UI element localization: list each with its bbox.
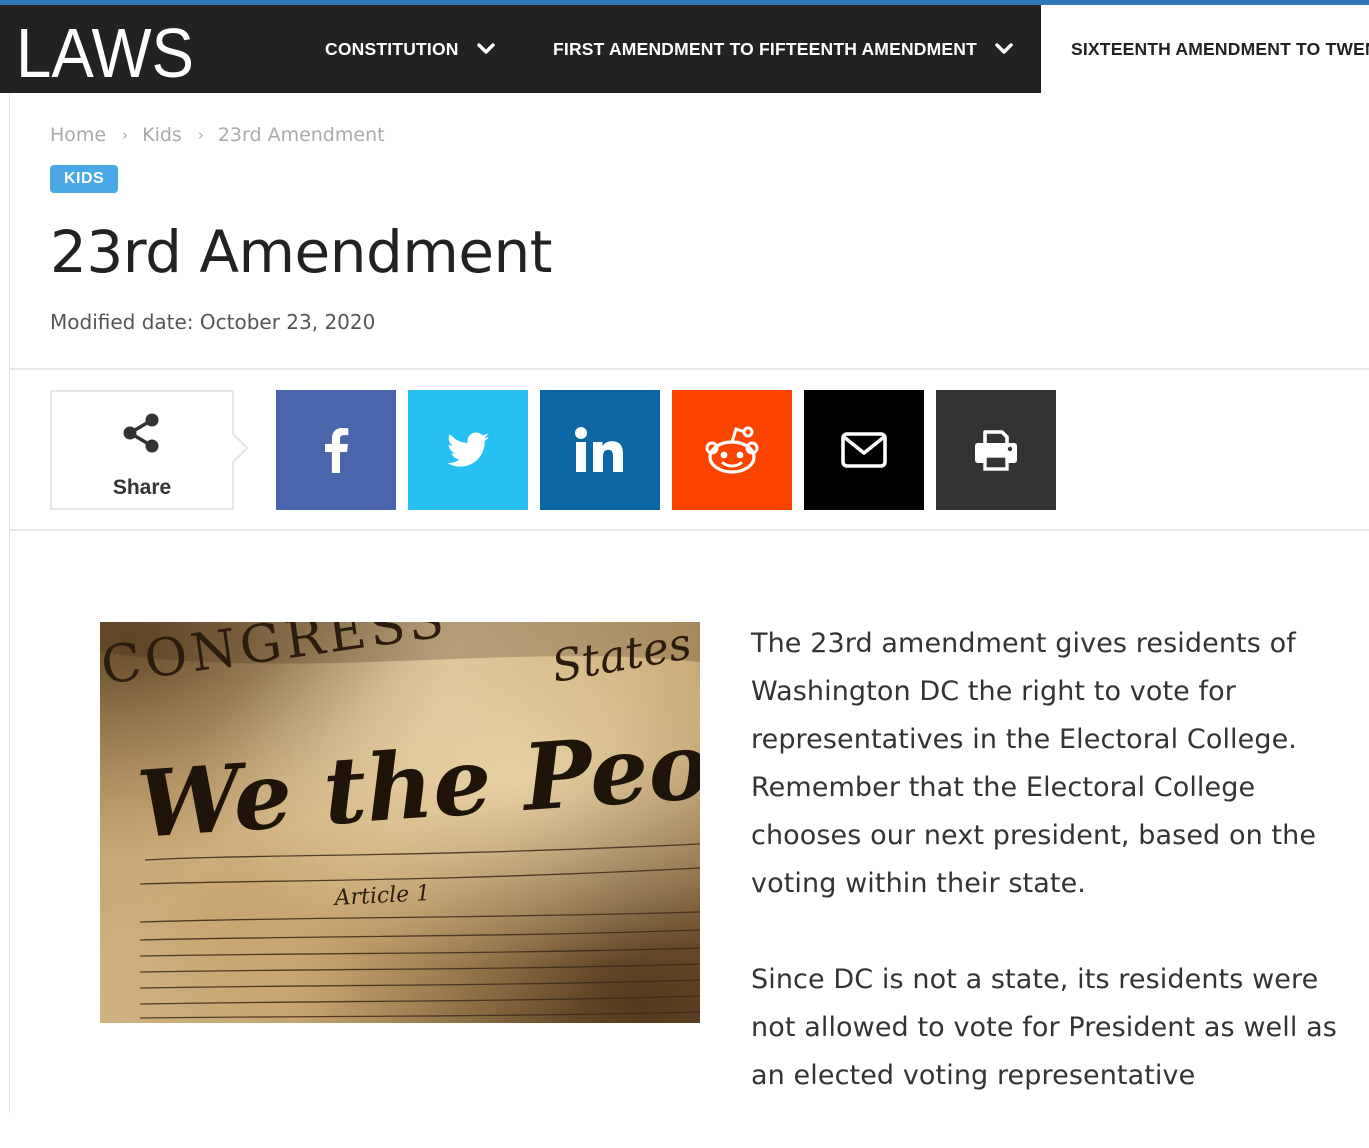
constitution-image: CONGRESS States We the People Article 1	[100, 622, 700, 1023]
nav-first-to-fifteenth[interactable]: FIRST AMENDMENT TO FIFTEENTH AMENDMENT	[553, 5, 1013, 93]
article-paragraph-1: The 23rd amendment gives residents of Wa…	[751, 628, 1317, 899]
nav-sixteenth-label: SIXTEENTH AMENDMENT TO TWENTY-SEVENTH AM…	[1071, 38, 1369, 59]
nav-constitution[interactable]: CONSTITUTION	[325, 5, 495, 93]
constitution-artwork: CONGRESS States We the People Article 1	[100, 622, 700, 1019]
reddit-icon	[705, 426, 759, 474]
modified-date: Modified date: October 23, 2020	[50, 310, 376, 334]
share-label: Share	[112, 476, 172, 499]
share-reddit-button[interactable]	[672, 390, 792, 510]
print-button[interactable]	[936, 390, 1056, 510]
share-icon	[123, 413, 159, 453]
breadcrumb-kids[interactable]: Kids	[142, 124, 182, 146]
nav-constitution-label: CONSTITUTION	[325, 38, 459, 59]
category-badge[interactable]: KIDS	[50, 165, 119, 193]
envelope-icon	[841, 432, 887, 468]
divider	[9, 368, 1369, 370]
logo-text: LAWS	[16, 15, 194, 87]
twitter-icon	[447, 432, 489, 467]
printer-icon	[975, 430, 1017, 471]
divider	[9, 529, 1369, 531]
image-text-we-the-people: We the People	[134, 700, 700, 859]
article-body: The 23rd amendment gives residents of Wa…	[751, 620, 1341, 1148]
breadcrumb: Home › Kids › 23rd Amendment	[50, 124, 385, 146]
breadcrumb-separator-icon: ›	[197, 126, 204, 144]
breadcrumb-separator-icon: ›	[122, 126, 129, 144]
linkedin-icon	[575, 427, 623, 472]
image-text-article: Article 1	[332, 881, 431, 911]
article-paragraph-2: Since DC is not a state, its residents w…	[751, 964, 1337, 1091]
share-linkedin-button[interactable]	[540, 390, 660, 510]
page-title: 23rd Amendment	[50, 218, 553, 286]
chevron-down-icon	[476, 43, 495, 54]
breadcrumb-current: 23rd Amendment	[217, 124, 385, 146]
nav-first-to-fifteenth-label: FIRST AMENDMENT TO FIFTEENTH AMENDMENT	[553, 38, 978, 59]
share-facebook-button[interactable]	[276, 390, 396, 510]
chevron-down-icon	[995, 43, 1013, 54]
share-twitter-button[interactable]	[408, 390, 528, 510]
facebook-icon	[325, 428, 349, 473]
nav-sixteenth-to-twenty-seventh[interactable]: SIXTEENTH AMENDMENT TO TWENTY-SEVENTH AM…	[1041, 5, 1369, 93]
laws-logo[interactable]: LAWS	[16, 15, 196, 87]
share-email-button[interactable]	[804, 390, 924, 510]
share-box: Share	[50, 390, 234, 510]
breadcrumb-home[interactable]: Home	[50, 124, 106, 146]
